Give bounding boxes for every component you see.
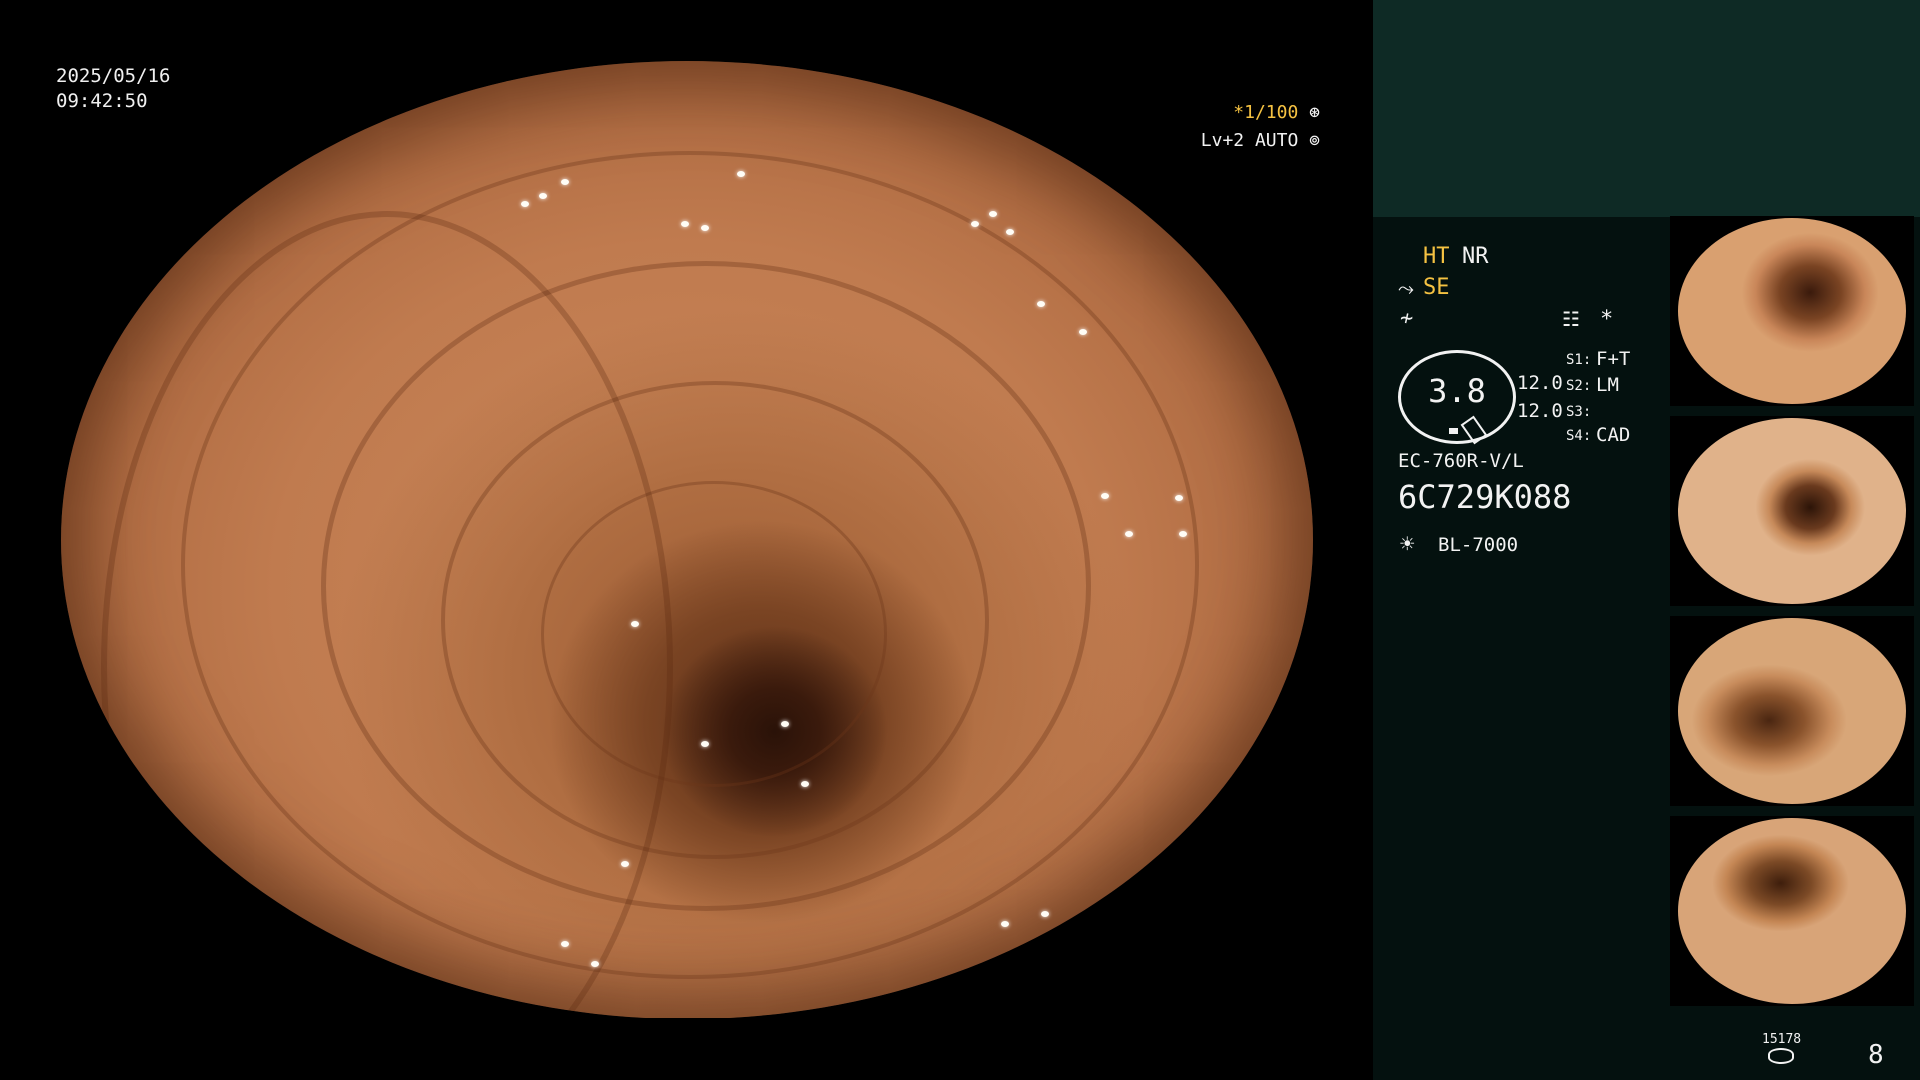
- auto-iris-icon: ⊚: [1309, 130, 1320, 151]
- nr-indicator: NR: [1462, 244, 1489, 269]
- s2-label: S2:: [1566, 378, 1592, 394]
- signal-icon: ≁: [1400, 306, 1414, 331]
- gauge-b-value: 12.0: [1517, 400, 1563, 422]
- s2-value: LM: [1596, 374, 1619, 396]
- scope-serial: 6C729K088: [1398, 478, 1572, 516]
- gauge-marker: [1449, 428, 1458, 434]
- gauge-value: 3.8: [1428, 372, 1486, 410]
- page-number: 8: [1868, 1040, 1884, 1070]
- thumbnail-2[interactable]: [1670, 416, 1914, 606]
- brightness-level: Lv+2 AUTO: [1200, 130, 1299, 151]
- thumbnail-image: [1678, 618, 1906, 804]
- thumbnail-image: [1678, 218, 1906, 404]
- se-indicator: SE: [1423, 275, 1450, 300]
- s4-value: CAD: [1596, 424, 1631, 446]
- scope-model: EC-760R-V/L: [1398, 450, 1524, 472]
- s1-value: F+T: [1596, 348, 1631, 370]
- thumbnail-4[interactable]: [1670, 816, 1914, 1006]
- thumbnail-1[interactable]: [1670, 216, 1914, 406]
- s1-label: S1:: [1566, 352, 1592, 368]
- image-counter: 15178: [1762, 1032, 1802, 1047]
- datetime-readout: 2025/05/16 09:42:50: [56, 64, 170, 114]
- aperture-icon: ⊛: [1309, 102, 1320, 123]
- panel-header-area: [1373, 0, 1920, 217]
- gauge-a-value: 12.0: [1517, 372, 1563, 394]
- asterisk-indicator: *: [1600, 307, 1614, 332]
- thumbnail-3[interactable]: [1670, 616, 1914, 806]
- time-text: 09:42:50: [56, 90, 148, 112]
- database-icon: [1768, 1048, 1794, 1064]
- document-icon: ☷: [1562, 307, 1580, 331]
- lamp-icon: ☀: [1400, 530, 1415, 558]
- ht-indicator: HT: [1423, 244, 1450, 269]
- view-mask-top: [0, 0, 1373, 61]
- shutter-speed: *1/100: [1233, 102, 1299, 123]
- scope-tip-icon: ⤳: [1398, 276, 1414, 300]
- s4-label: S4:: [1566, 428, 1592, 444]
- date-text: 2025/05/16: [56, 65, 171, 87]
- view-mask-bottom: [0, 1018, 1373, 1080]
- thumbnail-image: [1678, 418, 1906, 604]
- light-source: BL-7000: [1438, 534, 1519, 556]
- colon-lumen-image: [61, 61, 1313, 1019]
- exposure-readout: *1/100 ⊛ Lv+2 AUTO ⊚: [1190, 99, 1320, 155]
- s3-label: S3:: [1566, 404, 1592, 420]
- thumbnail-image: [1678, 818, 1906, 1004]
